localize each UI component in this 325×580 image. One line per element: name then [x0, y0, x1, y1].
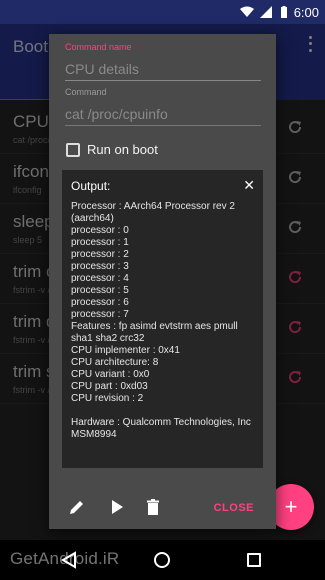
delete-icon[interactable]: [144, 498, 162, 516]
output-line: Hardware : Qualcomm Technologies, Inc: [71, 417, 251, 428]
output-line: Features : fp asimd evtstrm aes pmull: [71, 321, 238, 332]
output-line: processor : 2: [71, 249, 129, 260]
output-line: CPU part : 0xd03: [71, 381, 148, 392]
output-line: CPU implementer : 0x41: [71, 345, 180, 356]
watermark-logo: GetAndroid.iR: [10, 549, 120, 568]
command-label: Command: [65, 87, 107, 97]
run-on-boot-label: Run on boot: [87, 142, 158, 157]
command-name-input[interactable]: CPU details: [65, 61, 139, 77]
close-button[interactable]: CLOSE: [214, 502, 254, 514]
fab-label: +: [284, 494, 298, 519]
signal-icon: [259, 6, 272, 18]
output-line: CPU architecture: 8: [71, 357, 159, 368]
output-line: processor : 5: [71, 285, 129, 296]
output-line: Processor : AArch64 Processor rev 2: [71, 201, 235, 212]
command-name-underline: [65, 80, 261, 81]
close-output-icon[interactable]: ✕: [243, 177, 255, 194]
status-time: 6:00: [293, 4, 319, 20]
wifi-icon: [239, 6, 254, 17]
play-icon[interactable]: [108, 498, 126, 516]
output-line: processor : 7: [71, 309, 129, 320]
dialog-actions: CLOSE: [49, 494, 276, 520]
run-on-boot-row[interactable]: Run on boot: [66, 142, 158, 157]
run-on-boot-checkbox[interactable]: [66, 142, 80, 157]
output-line: (aarch64): [71, 213, 114, 224]
command-name-label: Command name: [65, 42, 132, 52]
battery-icon: [280, 6, 287, 18]
recents-icon[interactable]: [247, 553, 261, 567]
command-underline: [65, 125, 261, 126]
output-line: sha1 sha2 crc32: [71, 333, 145, 344]
output-panel: Output: ✕ Processor : AArch64 Processor …: [62, 170, 263, 468]
output-line: processor : 1: [71, 237, 129, 248]
output-line: processor : 6: [71, 297, 129, 308]
output-line: processor : 0: [71, 225, 129, 236]
output-text: Processor : AArch64 Processor rev 2 (aar…: [71, 201, 261, 441]
command-input[interactable]: cat /proc/cpuinfo: [65, 106, 168, 122]
output-title: Output:: [71, 179, 111, 193]
edit-icon[interactable]: [68, 498, 86, 516]
output-line: MSM8994: [71, 429, 117, 440]
status-bar: 6:00: [0, 0, 325, 24]
output-line: processor : 3: [71, 261, 129, 272]
output-line: CPU revision : 2: [71, 393, 144, 404]
home-icon[interactable]: [154, 552, 170, 568]
output-line: CPU variant : 0x0: [71, 369, 150, 380]
output-line: processor : 4: [71, 273, 129, 284]
command-dialog: Command name CPU details Command cat /pr…: [49, 34, 276, 529]
